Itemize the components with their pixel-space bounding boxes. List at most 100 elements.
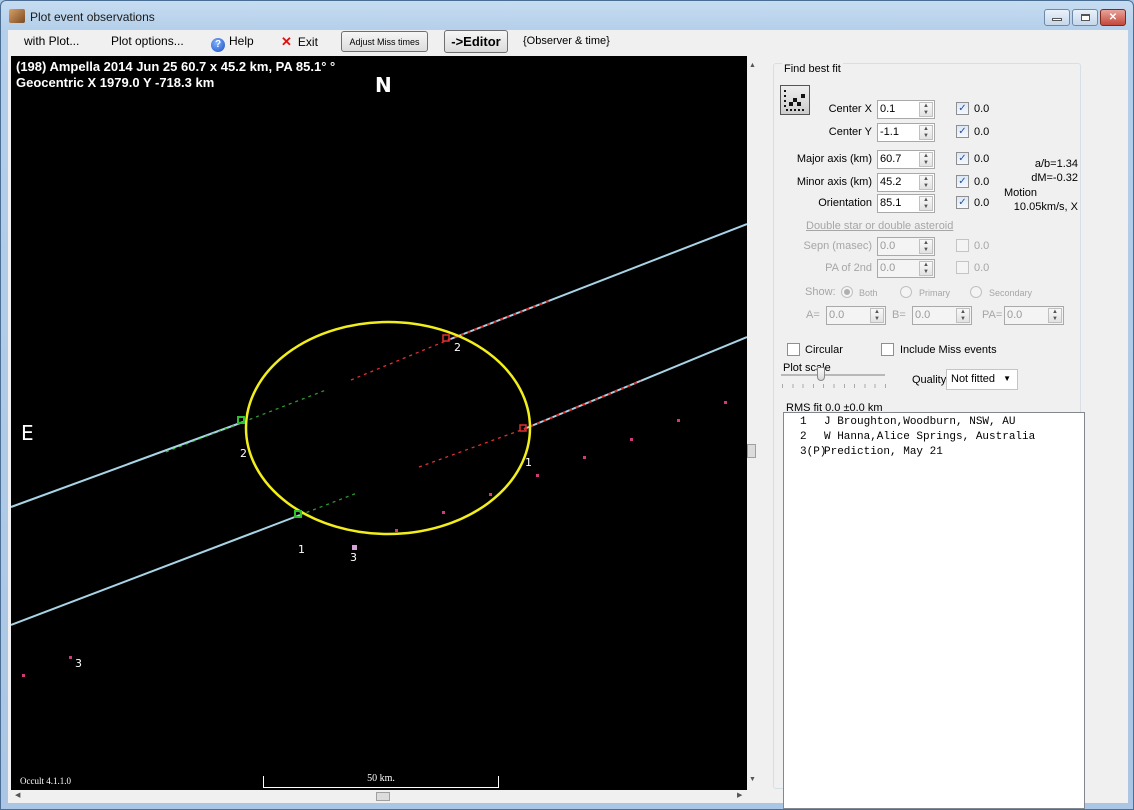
chord-line-2-right — [447, 223, 747, 341]
sepn-checkbox[interactable] — [956, 239, 969, 252]
prediction-point — [630, 438, 633, 441]
show-secondary-radio[interactable] — [970, 286, 982, 298]
center-y-delta: 0.0 — [974, 126, 990, 138]
menu-help-label: Help — [229, 34, 254, 48]
sepn-spinner-icon[interactable]: ▲ ▼ — [919, 239, 933, 254]
show-both-label: Both — [859, 288, 878, 298]
delta-magnitude-text: dM=-0.32 — [1031, 172, 1078, 184]
orientation-spinner-icon[interactable]: ▲ ▼ — [919, 196, 933, 211]
prediction-points — [22, 401, 727, 677]
a-input[interactable]: 0.0 ▲ ▼ — [826, 306, 886, 325]
prediction-point — [489, 493, 492, 496]
center-y-spinner-icon[interactable]: ▲ ▼ — [919, 125, 933, 140]
horizontal-scroll-thumb[interactable] — [376, 792, 390, 801]
orientation-checkbox[interactable]: ✓ — [956, 196, 969, 209]
list-item[interactable]: 1 J Broughton,Woodburn, NSW, AU — [788, 415, 1080, 430]
menu-help[interactable]: ? Help — [211, 34, 254, 52]
plot-geocentric-line: Geocentric X 1979.0 Y -718.3 km — [16, 75, 215, 90]
b-spinner-icon[interactable]: ▲ ▼ — [956, 308, 970, 323]
close-button[interactable]: ✕ — [1100, 9, 1126, 26]
major-axis-input[interactable]: 60.7 ▲ ▼ — [877, 150, 935, 169]
plot-title-line: (198) Ampella 2014 Jun 25 60.7 x 45.2 km… — [16, 59, 336, 74]
plot-scale-track[interactable] — [781, 374, 885, 376]
plot-graphics: 2 2 1 1 3 3 — [11, 223, 747, 677]
observer-time-menu[interactable]: {Observer & time} — [523, 35, 610, 47]
show-label: Show: — [805, 286, 836, 298]
prediction-point — [583, 456, 586, 459]
show-primary-radio[interactable] — [900, 286, 912, 298]
chord-1-red-interior — [418, 428, 525, 468]
list-item[interactable]: 3(P)Prediction, May 21 — [788, 445, 1080, 460]
maximize-button[interactable] — [1072, 9, 1098, 26]
observer-id: 1 — [800, 416, 807, 428]
pa-input[interactable]: 0.0 ▲ ▼ — [1004, 306, 1064, 325]
center-x-checkbox[interactable]: ✓ — [956, 102, 969, 115]
version-label: Occult 4.1.1.0 — [20, 776, 71, 786]
major-axis-label: Major axis (km) — [796, 153, 872, 165]
east-label: E — [21, 421, 34, 445]
pa-label: PA= — [982, 309, 1003, 321]
scroll-up-icon[interactable]: ▲ — [749, 62, 756, 69]
include-miss-checkbox[interactable] — [881, 343, 894, 356]
major-axis-checkbox[interactable]: ✓ — [956, 152, 969, 165]
editor-button[interactable]: ->Editor — [444, 30, 508, 53]
quality-select[interactable]: Not fitted ▼ — [946, 369, 1018, 390]
center-y-checkbox[interactable]: ✓ — [956, 125, 969, 138]
asteroid-profile-ellipse — [244, 320, 532, 536]
center-x-spinner-icon[interactable]: ▲ ▼ — [919, 102, 933, 117]
a-spinner-icon[interactable]: ▲ ▼ — [870, 308, 884, 323]
major-axis-value: 60.7 — [880, 153, 902, 165]
show-both-radio[interactable] — [841, 286, 853, 298]
list-item[interactable]: 2 W Hanna,Alice Springs, Australia — [788, 430, 1080, 445]
observers-list[interactable]: 1 J Broughton,Woodburn, NSW, AU 2 W Hanna,… — [783, 412, 1085, 809]
b-value: 0.0 — [915, 309, 931, 321]
pa2-input[interactable]: 0.0 ▲ ▼ — [877, 259, 935, 278]
plot-horizontal-scrollbar[interactable]: ◀ ▶ — [11, 790, 747, 802]
minimize-icon — [1052, 18, 1062, 21]
double-star-title: Double star or double asteroid — [806, 220, 954, 232]
pa2-label: PA of 2nd — [825, 262, 872, 274]
pa-spinner-icon[interactable]: ▲ ▼ — [1048, 308, 1062, 323]
menu-exit[interactable]: ✕ Exit — [281, 34, 318, 50]
chord-label-1-right: 1 — [525, 456, 532, 469]
center-y-input[interactable]: -1.1 ▲ ▼ — [877, 123, 935, 142]
find-best-fit-button[interactable] — [780, 85, 810, 115]
prediction-point — [69, 656, 72, 659]
minor-axis-spinner-icon[interactable]: ▲ ▼ — [919, 175, 933, 190]
title-bar: Plot event observations ✕ — [1, 1, 1133, 31]
sepn-delta: 0.0 — [974, 240, 990, 252]
orientation-input[interactable]: 85.1 ▲ ▼ — [877, 194, 935, 213]
adjust-miss-times-button[interactable]: Adjust Miss times — [341, 31, 428, 52]
vertical-scroll-thumb[interactable] — [747, 444, 756, 458]
scroll-right-icon[interactable]: ▶ — [737, 791, 742, 799]
prediction-point — [442, 511, 445, 514]
chord-2-disappear-marker — [237, 416, 245, 424]
plot-scale-ticks — [782, 384, 886, 388]
scroll-down-icon[interactable]: ▼ — [749, 776, 756, 783]
pa2-checkbox[interactable] — [956, 261, 969, 274]
circular-checkbox[interactable] — [787, 343, 800, 356]
app-window: Plot event observations ✕ with Plot... P… — [0, 0, 1134, 810]
chord-2-green-interior — [242, 389, 327, 423]
plot-vertical-scrollbar[interactable]: ▲ ▼ — [747, 56, 759, 790]
sepn-input[interactable]: 0.0 ▲ ▼ — [877, 237, 935, 256]
minor-axis-checkbox[interactable]: ✓ — [956, 175, 969, 188]
menu-with-plot[interactable]: with Plot... — [24, 34, 79, 48]
app-icon — [9, 9, 25, 23]
minor-axis-input[interactable]: 45.2 ▲ ▼ — [877, 173, 935, 192]
chord-line-2-left — [11, 421, 244, 508]
center-x-input[interactable]: 0.1 ▲ ▼ — [877, 100, 935, 119]
plot-scale-slider[interactable] — [817, 367, 825, 381]
minimize-button[interactable] — [1044, 9, 1070, 26]
fit-chart-icon — [784, 90, 805, 111]
find-best-fit-title: Find best fit — [782, 63, 843, 75]
pa2-spinner-icon[interactable]: ▲ ▼ — [919, 261, 933, 276]
major-axis-spinner-icon[interactable]: ▲ ▼ — [919, 152, 933, 167]
menu-plot-options[interactable]: Plot options... — [111, 34, 184, 48]
b-input[interactable]: 0.0 ▲ ▼ — [912, 306, 972, 325]
plot-canvas[interactable]: 2 2 1 1 3 3 (198) Ampella 2014 Jun 25 60… — [11, 56, 747, 790]
sepn-value: 0.0 — [880, 240, 896, 252]
chord-label-2-left: 2 — [240, 447, 247, 460]
scroll-left-icon[interactable]: ◀ — [15, 791, 20, 799]
pa-value: 0.0 — [1007, 309, 1023, 321]
